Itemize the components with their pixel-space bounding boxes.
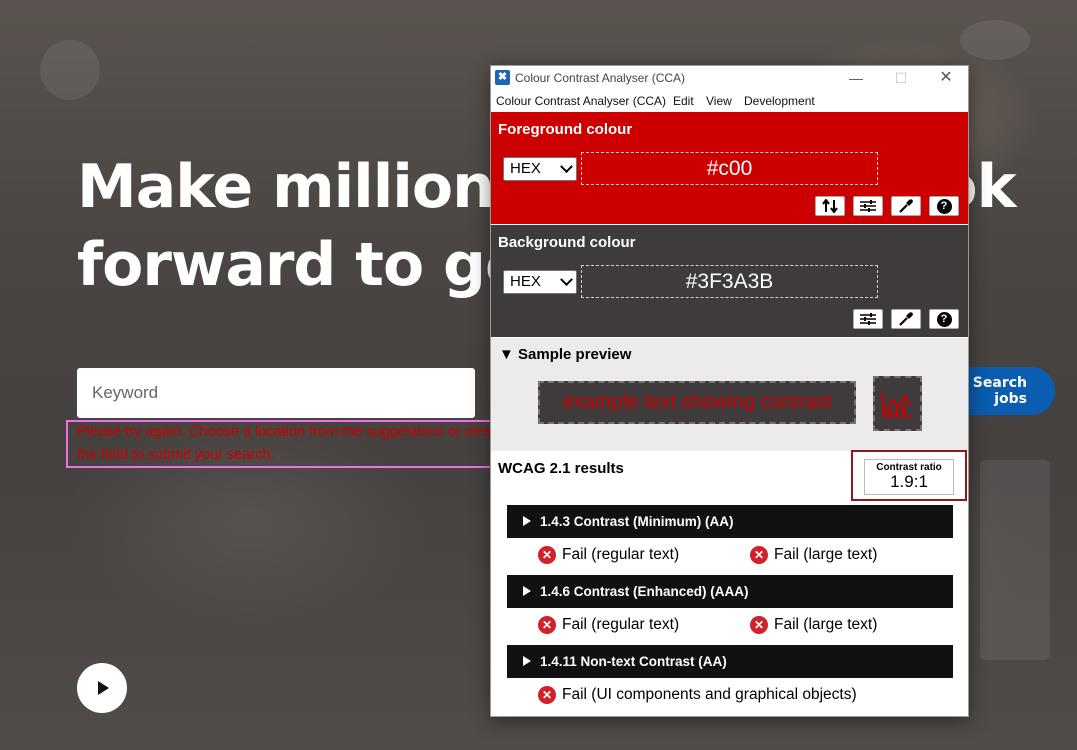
chevron-down-icon xyxy=(560,273,573,287)
foreground-format-value: HEX xyxy=(510,160,541,177)
result-ui-components: ✕ Fail (UI components and graphical objec… xyxy=(538,686,857,704)
play-video-button[interactable] xyxy=(77,663,127,713)
eyedropper-icon xyxy=(899,199,913,213)
result-regular-text: ✕ Fail (regular text) xyxy=(538,616,679,634)
result-label: Fail (regular text) xyxy=(562,616,680,633)
wcag-results-section: WCAG 2.1 results Contrast ratio 1.9:1 1.… xyxy=(491,450,968,716)
fail-x-icon: ✕ xyxy=(750,616,768,634)
background-label: Background colour xyxy=(498,234,636,251)
cca-window: ✖ Colour Contrast Analyser (CCA) — ☐ ✕ C… xyxy=(490,65,969,717)
menu-item-app[interactable]: Colour Contrast Analyser (CCA) xyxy=(496,94,666,108)
background-help-button[interactable]: ? xyxy=(929,309,959,329)
foreground-sliders-button[interactable] xyxy=(853,196,883,216)
sliders-icon xyxy=(860,200,876,212)
contrast-ratio-highlight: Contrast ratio 1.9:1 xyxy=(851,450,967,501)
foreground-help-button[interactable]: ? xyxy=(929,196,959,216)
menu-bar: Colour Contrast Analyser (CCA) Edit View… xyxy=(491,90,968,111)
sliders-icon xyxy=(860,313,876,325)
sample-preview-heading: Sample preview xyxy=(518,346,632,363)
sample-preview-toggle[interactable]: ▼ Sample preview xyxy=(499,346,631,363)
result-large-text: ✕ Fail (large text) xyxy=(750,546,877,564)
foreground-section: Foreground colour HEX #c00 ? xyxy=(491,112,968,224)
error-message: Please try again. Choose a location from… xyxy=(77,424,497,463)
background-hex-input[interactable]: #3F3A3B xyxy=(581,265,878,298)
fail-x-icon: ✕ xyxy=(538,616,556,634)
background-sliders-button[interactable] xyxy=(853,309,883,329)
expand-arrow-icon xyxy=(523,516,531,526)
expand-arrow-icon xyxy=(523,656,531,666)
help-icon: ? xyxy=(936,311,952,327)
chart-icon xyxy=(882,392,912,417)
criterion-name: 1.4.11 Non-text Contrast (AA) xyxy=(540,654,727,669)
menu-item-edit[interactable]: Edit xyxy=(673,94,694,108)
chevron-down-icon xyxy=(560,160,573,174)
fail-x-icon: ✕ xyxy=(538,546,556,564)
menu-item-development[interactable]: Development xyxy=(744,94,815,108)
maximize-icon[interactable]: ☐ xyxy=(886,69,916,87)
background-picker-button[interactable] xyxy=(891,309,921,329)
eyedropper-icon xyxy=(899,312,913,326)
criterion-1-4-3-toggle[interactable]: 1.4.3 Contrast (Minimum) (AA) xyxy=(507,505,953,538)
result-large-text: ✕ Fail (large text) xyxy=(750,616,877,634)
keyword-input[interactable] xyxy=(77,368,475,418)
title-bar: ✖ Colour Contrast Analyser (CCA) — ☐ ✕ xyxy=(491,66,968,90)
swap-arrows-icon xyxy=(822,199,838,213)
fail-x-icon: ✕ xyxy=(750,546,768,564)
sample-preview-graphic xyxy=(873,376,922,431)
criterion-name: 1.4.3 Contrast (Minimum) (AA) xyxy=(540,514,734,529)
fail-x-icon: ✕ xyxy=(538,686,556,704)
menu-item-view[interactable]: View xyxy=(706,94,732,108)
background-section: Background colour HEX #3F3A3B ? xyxy=(491,225,968,337)
criterion-1-4-11-toggle[interactable]: 1.4.11 Non-text Contrast (AA) xyxy=(507,645,953,678)
cca-app-icon: ✖ xyxy=(495,70,510,85)
swap-colours-button[interactable] xyxy=(815,196,845,216)
result-regular-text: ✕ Fail (regular text) xyxy=(538,546,679,564)
foreground-label: Foreground colour xyxy=(498,121,633,138)
contrast-ratio-box: Contrast ratio 1.9:1 xyxy=(864,459,954,495)
result-label: Fail (large text) xyxy=(774,616,878,633)
criterion-1-4-6-toggle[interactable]: 1.4.6 Contrast (Enhanced) (AAA) xyxy=(507,575,953,608)
expand-arrow-icon xyxy=(523,586,531,596)
minimize-icon[interactable]: — xyxy=(841,69,871,87)
play-icon xyxy=(98,681,109,695)
foreground-format-select[interactable]: HEX xyxy=(503,157,577,181)
background-format-select[interactable]: HEX xyxy=(503,270,577,294)
criterion-name: 1.4.6 Contrast (Enhanced) (AAA) xyxy=(540,584,749,599)
background-decoration xyxy=(960,20,1030,60)
window-title: Colour Contrast Analyser (CCA) xyxy=(515,71,686,85)
foreground-picker-button[interactable] xyxy=(891,196,921,216)
sample-preview-section: ▼ Sample preview example text showing co… xyxy=(491,338,968,451)
result-label: Fail (regular text) xyxy=(562,546,680,563)
result-label: Fail (large text) xyxy=(774,546,878,563)
result-label: Fail (UI components and graphical object… xyxy=(562,686,857,703)
contrast-ratio-value: 1.9:1 xyxy=(890,472,928,491)
help-icon: ? xyxy=(936,198,952,214)
background-decoration xyxy=(980,460,1050,660)
foreground-hex-input[interactable]: #c00 xyxy=(581,152,878,185)
background-decoration xyxy=(40,40,100,100)
background-format-value: HEX xyxy=(510,273,541,290)
sample-preview-text: example text showing contrast xyxy=(538,381,856,424)
close-icon[interactable]: ✕ xyxy=(931,69,961,87)
wcag-results-title: WCAG 2.1 results xyxy=(498,460,624,477)
